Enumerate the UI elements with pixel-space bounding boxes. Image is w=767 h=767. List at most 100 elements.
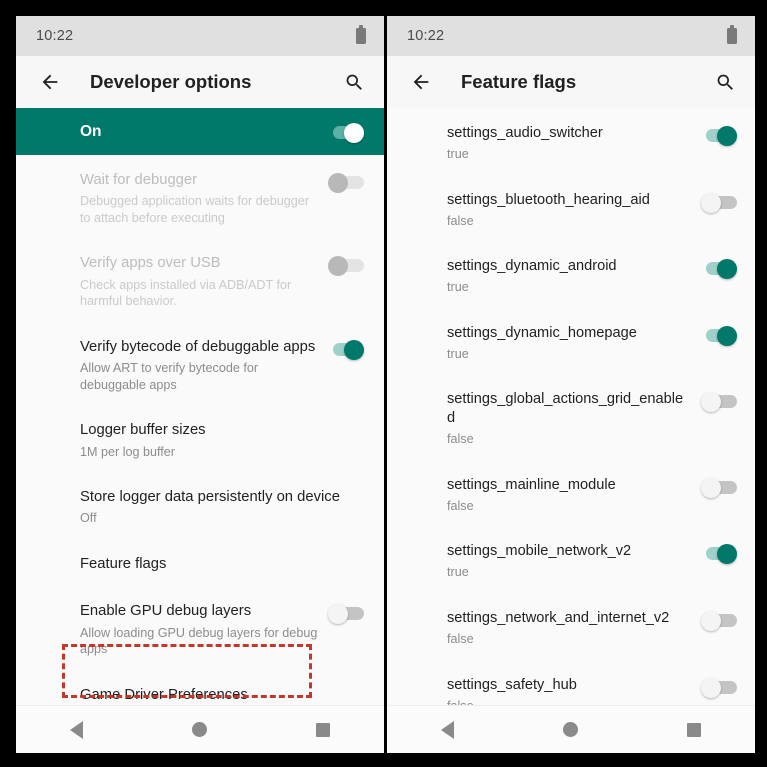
- master-switch-banner[interactable]: On: [16, 108, 384, 155]
- list-item-title: Feature flags: [80, 556, 167, 573]
- feature-flags-list[interactable]: settings_audio_switcher true settings_blue…: [387, 108, 755, 705]
- list-item-toggle[interactable]: [701, 477, 737, 498]
- list-item-title: settings_bluetooth_hearing_aid: [447, 191, 650, 208]
- list-item[interactable]: Wait for debugger Debugged application wa…: [16, 157, 384, 240]
- list-item-subtitle: Allow ART to verify bytecode for debugga…: [80, 361, 259, 392]
- toggle-thumb: [701, 192, 721, 213]
- list-item-text: settings_bluetooth_hearing_aid false: [447, 191, 701, 230]
- list-item[interactable]: settings_network_and_internet_v2 false: [387, 595, 755, 662]
- toggle-thumb: [701, 392, 721, 413]
- list-item[interactable]: settings_safety_hubfalse: [387, 662, 755, 705]
- app-bar: Developer options: [16, 56, 384, 108]
- nav-home-icon[interactable]: [562, 722, 578, 737]
- page-title: Developer options: [90, 71, 252, 92]
- list-item-toggle: [328, 173, 364, 193]
- list-item-title: Enable GPU debug layers: [80, 603, 252, 620]
- nav-home-icon[interactable]: [191, 722, 207, 737]
- list-item[interactable]: Feature flags: [16, 541, 384, 588]
- list-item[interactable]: Verify apps over USB Check apps installed…: [16, 240, 384, 323]
- developer-options-screen: 10:22 Developer options On Wait for debu…: [16, 16, 384, 753]
- list-item-toggle[interactable]: [701, 677, 737, 698]
- toggle-thumb: [701, 611, 721, 632]
- list-item-toggle[interactable]: [328, 339, 364, 360]
- list-item-subtitle: false: [447, 698, 691, 705]
- list-item-text: settings_network_and_internet_v2 false: [447, 609, 701, 648]
- nav-recents-icon[interactable]: [686, 722, 701, 737]
- list-item-text: settings_dynamic_homepage true: [447, 324, 701, 363]
- search-icon[interactable]: [342, 70, 366, 94]
- list-item[interactable]: Verify bytecode of debuggable apps Allow …: [16, 324, 384, 407]
- list-item-text: Feature flags: [80, 555, 364, 574]
- arrow-back-icon[interactable]: [38, 70, 62, 94]
- list-item-title: Wait for debugger: [80, 172, 198, 188]
- list-item-subtitle: Debugged application waits for debugger …: [80, 194, 309, 225]
- nav-recents-icon[interactable]: [315, 722, 330, 737]
- toggle-thumb: [328, 256, 348, 277]
- list-item-text: Logger buffer sizes 1M per log buffer: [80, 421, 364, 460]
- list-item-toggle: [328, 256, 364, 277]
- list-item[interactable]: Logger buffer sizes 1M per log buffer: [16, 407, 384, 474]
- list-item-subtitle: false: [447, 498, 474, 513]
- developer-options-list[interactable]: Wait for debugger Debugged application wa…: [16, 155, 384, 705]
- list-item-text: settings_mainline_modulefalse: [447, 476, 701, 515]
- list-item[interactable]: settings_audio_switcher true: [387, 110, 755, 177]
- list-item-toggle[interactable]: [701, 192, 737, 213]
- list-item-text: Wait for debugger Debugged application wa…: [80, 171, 328, 226]
- list-item[interactable]: settings_mainline_modulefalse: [387, 462, 755, 529]
- list-item-title: Game Driver Preferences: [80, 686, 248, 703]
- list-item-text: Verify bytecode of debuggable apps Allow …: [80, 338, 328, 393]
- nav-back-icon[interactable]: [70, 720, 84, 739]
- list-item[interactable]: settings_dynamic_homepage true: [387, 310, 755, 377]
- toggle-thumb: [717, 126, 737, 146]
- list-item-subtitle: false: [447, 631, 474, 646]
- list-item-text: settings_mobile_network_v2true: [447, 542, 701, 581]
- list-item[interactable]: settings_mobile_network_v2true: [387, 528, 755, 595]
- navigation-bar: [387, 705, 755, 753]
- list-item[interactable]: Enable GPU debug layers Allow loading GPU…: [16, 588, 384, 671]
- list-item[interactable]: Game Driver PreferencesModify Game Drive…: [16, 672, 384, 705]
- list-item-subtitle: false: [447, 432, 474, 447]
- list-item-title: settings_dynamic_android: [447, 258, 617, 275]
- list-item-title: settings_mainline_module: [447, 476, 616, 493]
- master-switch-toggle[interactable]: [328, 122, 364, 143]
- nav-back-icon[interactable]: [441, 720, 455, 739]
- list-item-title: Verify apps over USB: [80, 255, 221, 272]
- list-item-toggle[interactable]: [701, 544, 737, 565]
- list-item[interactable]: Store logger data persistently on device…: [16, 474, 384, 541]
- master-switch-label: On: [80, 122, 102, 140]
- list-item-subtitle: true: [447, 565, 469, 580]
- toggle-thumb: [701, 477, 721, 498]
- list-item-toggle[interactable]: [701, 325, 737, 346]
- list-item-title: settings_dynamic_homepage: [447, 324, 637, 341]
- list-item[interactable]: settings_global_actions_grid_enabled fals…: [387, 376, 755, 462]
- feature-flags-screen: 10:22 Feature flags settings_audio_switc…: [387, 16, 755, 753]
- battery-icon: [727, 25, 737, 44]
- list-item-text: settings_safety_hubfalse: [447, 676, 701, 705]
- list-item-text: Game Driver PreferencesModify Game Drive…: [80, 686, 364, 705]
- list-item-toggle[interactable]: [328, 604, 364, 625]
- list-item-toggle[interactable]: [701, 259, 737, 280]
- list-item-text: settings_dynamic_android true: [447, 257, 701, 296]
- status-bar-clock: 10:22: [407, 28, 445, 44]
- list-item-toggle[interactable]: [701, 611, 737, 632]
- list-item-subtitle: Allow loading GPU debug layers for debug…: [80, 625, 318, 657]
- list-item-subtitle: Check apps installed via ADB/ADT for har…: [80, 277, 292, 309]
- list-item-title: Verify bytecode of debuggable apps: [80, 338, 316, 355]
- list-item[interactable]: settings_bluetooth_hearing_aid false: [387, 177, 755, 244]
- list-item-toggle[interactable]: [701, 126, 737, 146]
- status-bar: 10:22: [16, 16, 384, 56]
- navigation-bar: [16, 705, 384, 753]
- list-item-title: settings_mobile_network_v2: [447, 543, 632, 560]
- toggle-thumb: [717, 544, 737, 565]
- screenshot-root: 10:22 Developer options On Wait for debu…: [0, 0, 767, 767]
- toggle-thumb: [328, 173, 348, 193]
- toggle-thumb: [344, 339, 364, 360]
- status-bar: 10:22: [387, 16, 755, 56]
- toggle-thumb: [328, 604, 348, 625]
- arrow-back-icon[interactable]: [409, 70, 433, 94]
- list-item-toggle[interactable]: [701, 392, 737, 413]
- battery-icon: [356, 25, 366, 44]
- list-item[interactable]: settings_dynamic_android true: [387, 243, 755, 310]
- search-icon[interactable]: [713, 70, 737, 94]
- list-item-subtitle: 1M per log buffer: [80, 444, 175, 459]
